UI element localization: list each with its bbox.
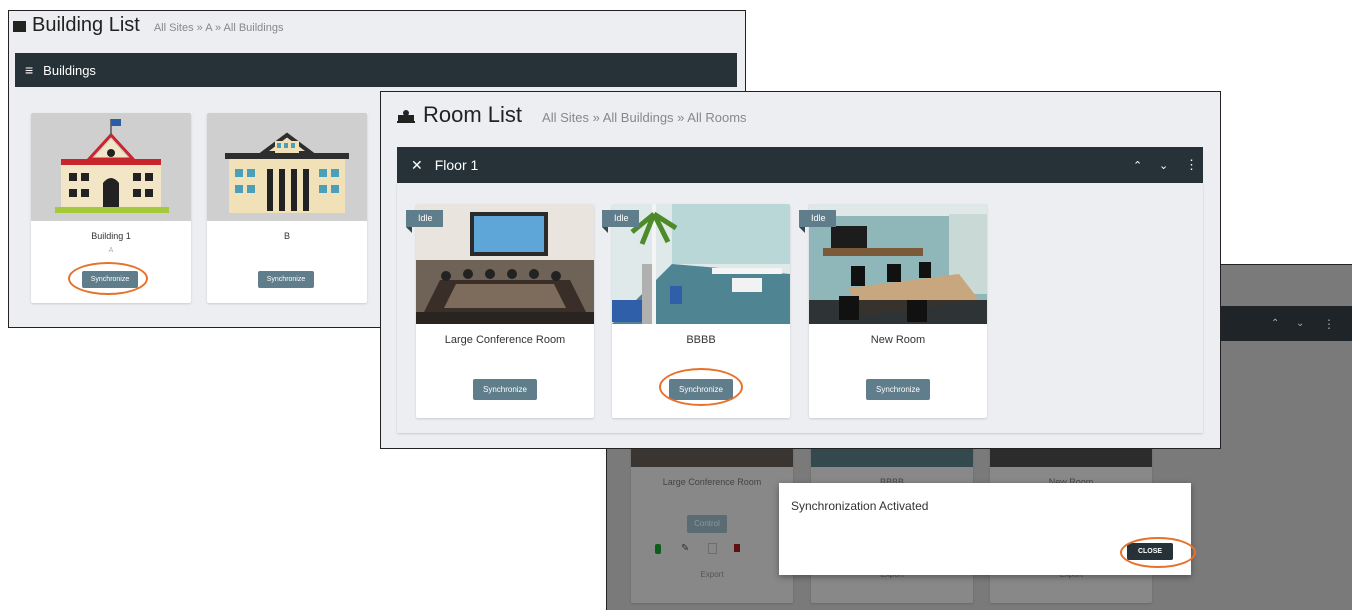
synchronization-dialog: Synchronization Activated CLOSE: [779, 483, 1191, 575]
room-image: [612, 204, 790, 324]
synchronize-button[interactable]: Synchronize: [82, 271, 138, 288]
room-image: [416, 204, 594, 324]
building-list-header: Building List All Sites » A » All Buildi…: [13, 14, 283, 37]
plug-icon[interactable]: [655, 544, 661, 554]
building-name: B: [283, 231, 290, 241]
collapse-icon[interactable]: ⌃: [1133, 159, 1142, 172]
copy-icon[interactable]: [708, 543, 717, 554]
status-badge: Idle: [406, 210, 443, 233]
page-title: Building List: [32, 14, 140, 36]
edit-icon[interactable]: ✎: [681, 543, 689, 554]
menu-icon[interactable]: ≡: [25, 62, 33, 78]
room-icon: [397, 109, 415, 123]
status-badge: Idle: [799, 210, 836, 233]
room-card[interactable]: BBBB Synchronize: [612, 204, 790, 418]
dialog-close-button[interactable]: CLOSE: [1127, 543, 1173, 560]
delete-icon[interactable]: [734, 544, 740, 552]
room-list-header: Room List All Sites » All Buildings » Al…: [397, 102, 747, 128]
background-export-link[interactable]: Export: [631, 570, 793, 579]
more-icon[interactable]: ⋮: [1185, 157, 1198, 173]
breadcrumb[interactable]: All Sites » A » All Buildings: [154, 22, 284, 34]
building-icon: [13, 21, 26, 32]
synchronize-button[interactable]: Synchronize: [669, 379, 733, 400]
breadcrumb[interactable]: All Sites » All Buildings » All Rooms: [542, 110, 746, 125]
section-title: Buildings: [43, 62, 96, 78]
synchronize-button[interactable]: Synchronize: [866, 379, 930, 400]
background-collapse-icon[interactable]: ⌃: [1271, 318, 1279, 329]
status-badge: Idle: [602, 210, 639, 233]
background-card-name: Large Conference Room: [662, 477, 762, 487]
floor-section-bar: ✕ Floor 1 ⌃ ⌄ ⋮: [397, 147, 1203, 183]
room-card[interactable]: New Room Synchronize: [809, 204, 987, 418]
building-card[interactable]: B Synchronize: [207, 113, 367, 303]
close-icon[interactable]: ✕: [411, 157, 423, 174]
building-name: Building 1: [91, 231, 131, 241]
section-title: Floor 1: [434, 157, 479, 173]
background-expand-icon[interactable]: ⌄: [1296, 318, 1304, 329]
page-title: Room List: [423, 102, 523, 127]
synchronize-button[interactable]: Synchronize: [473, 379, 537, 400]
dialog-message: Synchronization Activated: [791, 499, 929, 513]
room-name: Large Conference Room: [444, 334, 566, 346]
room-name: New Room: [870, 334, 926, 346]
building-subtitle: A: [108, 247, 114, 254]
room-name: BBBB: [686, 334, 716, 346]
background-card-large-conference: Large Conference Room Control ✎ Export: [631, 443, 793, 603]
room-card[interactable]: Large Conference Room Synchronize: [416, 204, 594, 418]
building-card[interactable]: Building 1 A Synchronize: [31, 113, 191, 303]
room-image: [809, 204, 987, 324]
room-list-panel: Room List All Sites » All Buildings » Al…: [380, 91, 1221, 449]
buildings-section-bar: ≡ Buildings: [15, 53, 737, 87]
control-button[interactable]: Control: [687, 515, 727, 533]
building-image: [207, 113, 367, 221]
synchronize-button[interactable]: Synchronize: [258, 271, 314, 288]
expand-icon[interactable]: ⌄: [1159, 159, 1168, 172]
background-more-icon[interactable]: ⋮: [1323, 317, 1335, 331]
building-image: [31, 113, 191, 221]
